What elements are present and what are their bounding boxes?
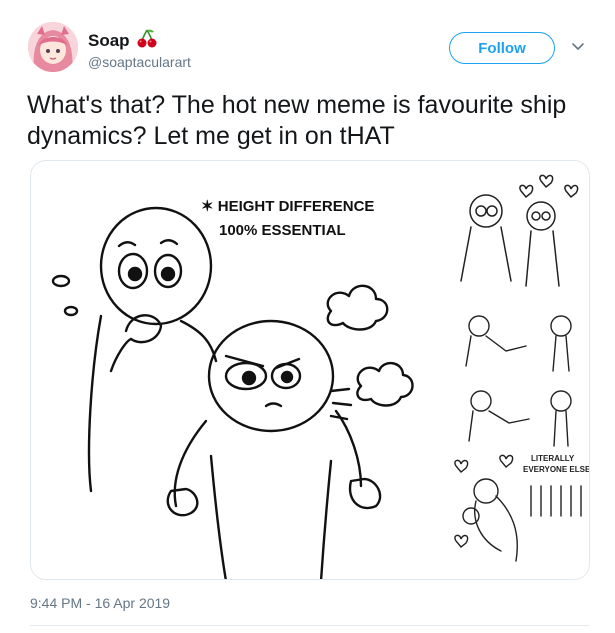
tweet-media[interactable]: ✶ HEIGHT DIFFERENCE 100% ESSENTIAL LITER… (30, 160, 590, 580)
follow-button[interactable]: Follow (449, 32, 555, 64)
avatar[interactable] (28, 22, 78, 72)
chevron-down-icon[interactable] (571, 40, 585, 54)
tweet-timestamp[interactable]: 9:44 PM - 16 Apr 2019 (30, 595, 170, 611)
main-caption-line1: ✶ HEIGHT DIFFERENCE (201, 198, 374, 215)
thumbnail-1 (449, 161, 589, 296)
display-name[interactable]: Soap (88, 31, 130, 51)
thumb4-caption-line2: EVERYONE ELSE (523, 465, 590, 474)
cherry-emoji-icon (136, 28, 158, 53)
avatar-illustration (28, 22, 78, 72)
user-handle[interactable]: @soaptacularart (88, 54, 191, 70)
tweet-card: Soap @soaptacularart Follow What's that?… (0, 0, 615, 633)
divider (30, 625, 590, 626)
thumb4-caption-line1: LITERALLY (531, 454, 575, 463)
media-illustrations: ✶ HEIGHT DIFFERENCE 100% ESSENTIAL LITER… (51, 161, 590, 579)
main-caption-line2: 100% ESSENTIAL (219, 222, 346, 239)
author-name-row: Soap (88, 28, 158, 53)
main-image: ✶ HEIGHT DIFFERENCE 100% ESSENTIAL (51, 198, 414, 579)
tweet-text: What's that? The hot new meme is favouri… (27, 91, 567, 150)
